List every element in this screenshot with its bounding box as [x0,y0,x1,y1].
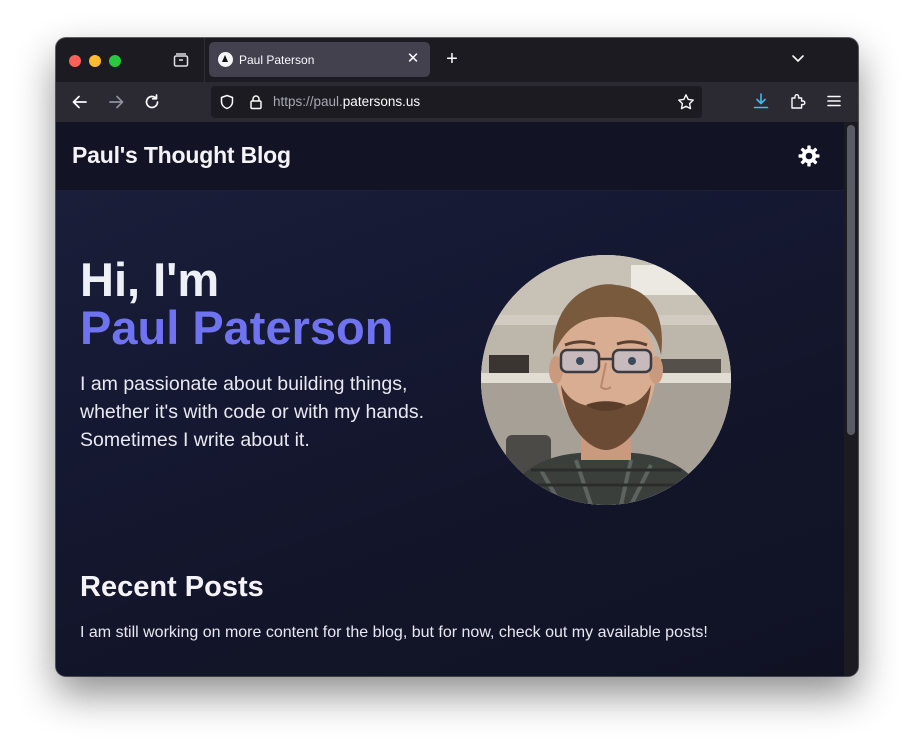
url-prefix: https://paul. [273,94,343,109]
tab-title: Paul Paterson [239,53,315,67]
tab-close-icon[interactable]: ✕ [404,50,422,68]
navigation-toolbar: https://paul.patersons.us [56,82,858,122]
shield-icon[interactable] [219,94,235,110]
arrow-right-icon[interactable] [106,92,126,112]
arrow-left-icon[interactable] [70,92,90,112]
recent-posts-intro: I am still working on more content for t… [80,624,708,641]
chevron-down-icon[interactable] [790,50,806,66]
page-viewport: Paul's Thought Blog Hi, I'm Paul Paterso… [56,122,858,676]
tab-overview-icon[interactable] [172,51,190,69]
window-maximize-button[interactable] [109,55,121,67]
lock-icon[interactable] [248,94,264,110]
site-header: Paul's Thought Blog [56,122,844,191]
url-text[interactable]: https://paul.patersons.us [273,94,420,109]
browser-window: Paul Paterson ✕ + https://paul.patersons… [56,38,858,676]
window-minimize-button[interactable] [89,55,101,67]
url-domain: patersons.us [342,94,421,109]
page-scrollbar[interactable] [844,122,858,676]
hero-bio: I am passionate about building things, w… [80,373,425,451]
hamburger-icon[interactable] [825,92,843,110]
puzzle-icon[interactable] [789,92,807,110]
sun-icon[interactable] [797,144,821,168]
download-icon[interactable] [752,92,770,110]
triangle-favicon-icon [218,52,233,67]
tab-strip: Paul Paterson ✕ + [56,38,858,82]
star-icon[interactable] [677,93,695,111]
site-title[interactable]: Paul's Thought Blog [72,142,291,169]
new-tab-button[interactable]: + [442,49,462,69]
tab-strip-separator [204,38,205,82]
scrollbar-thumb[interactable] [847,125,855,435]
recent-posts-heading: Recent Posts [80,571,264,603]
window-close-button[interactable] [69,55,81,67]
reload-icon[interactable] [142,92,162,112]
page-main: Hi, I'm Paul Paterson I am passionate ab… [56,191,844,676]
hero-greeting: Hi, I'm [80,253,220,306]
tab-active[interactable]: Paul Paterson ✕ [209,42,430,77]
profile-photo [481,255,731,505]
url-bar[interactable]: https://paul.patersons.us [211,86,702,118]
hero-name: Paul Paterson [80,301,394,354]
